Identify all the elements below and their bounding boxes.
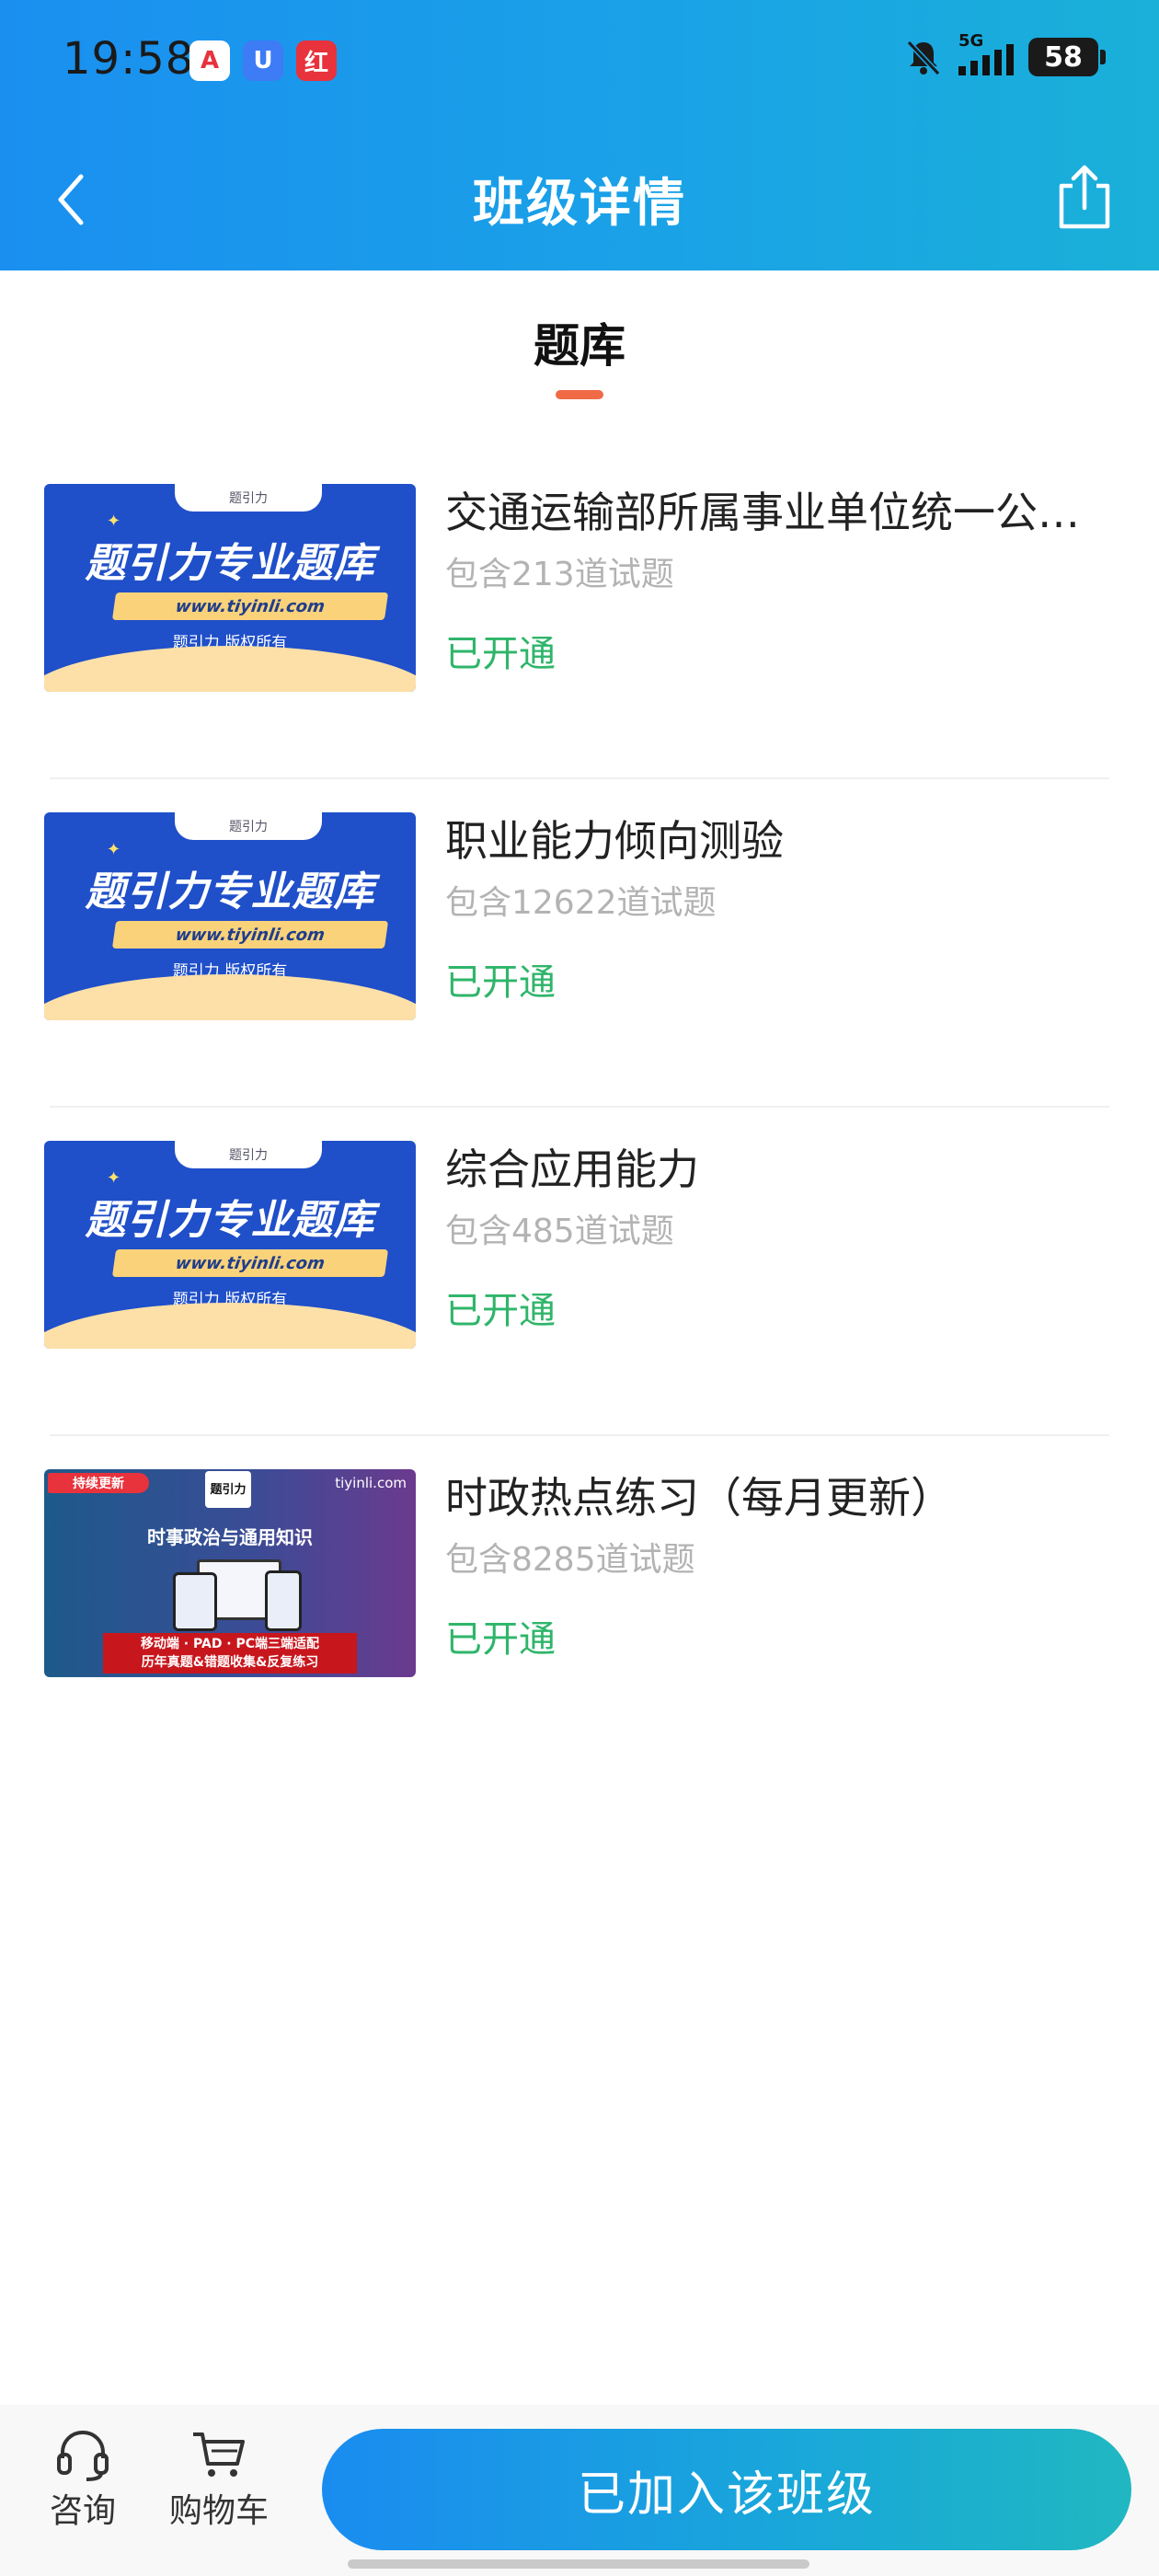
item-count: 包含12622道试题 <box>445 884 717 922</box>
list-item[interactable]: 题引力 ✦ 题引力专业题库 www.tiyinli.com 题引力 版权所有 综… <box>0 1108 1159 1436</box>
tab-label: 题库 <box>534 319 625 373</box>
star-icon: ✦ <box>107 1168 121 1188</box>
thumb-brand: 题引力 <box>229 1148 268 1163</box>
cart-button[interactable]: 购物车 <box>155 2405 283 2532</box>
thumb-url: www.tiyinli.com <box>111 921 389 949</box>
item-title: 综合应用能力 <box>445 1144 699 1194</box>
item-thumbnail: 题引力 ✦ 题引力专业题库 www.tiyinli.com 题引力 版权所有 <box>44 1141 416 1349</box>
tab-indicator <box>556 390 603 399</box>
app-u-icon: U <box>243 40 283 81</box>
signal-icon: 5G <box>958 31 1014 75</box>
item-status: 已开通 <box>445 1290 556 1332</box>
item-status: 已开通 <box>445 961 556 1004</box>
thumb-site: tiyinli.com <box>335 1475 407 1491</box>
thumb-brand: 题引力 <box>229 820 268 834</box>
nav-bar: 班级详情 <box>0 147 1159 248</box>
item-count: 包含213道试题 <box>445 556 674 593</box>
thumb-badge: 持续更新 <box>48 1473 149 1493</box>
cart-label: 购物车 <box>168 2492 269 2530</box>
item-title: 交通运输部所属事业单位统一公开招聘 <box>445 488 1080 537</box>
item-thumbnail: 持续更新 题引力 tiyinli.com 时事政治与通用知识 移动端 · PAD… <box>44 1469 416 1677</box>
item-status: 已开通 <box>445 633 556 675</box>
devices-illustration <box>173 1559 302 1633</box>
headset-icon <box>57 2430 109 2481</box>
consult-button[interactable]: 咨询 <box>18 2405 147 2532</box>
thumb-headline: 题引力专业题库 <box>85 868 375 915</box>
consult-label: 咨询 <box>49 2492 116 2530</box>
app-r-icon: 红 <box>296 40 337 81</box>
bell-muted-icon <box>906 40 941 76</box>
home-indicator[interactable] <box>348 2559 809 2569</box>
page-title: 班级详情 <box>473 174 686 234</box>
app-a-icon: A <box>189 40 230 81</box>
thumb-headline: 题引力专业题库 <box>85 540 375 587</box>
thumb-url: www.tiyinli.com <box>111 592 389 620</box>
thumb-url: www.tiyinli.com <box>111 1249 389 1277</box>
list-item[interactable]: 持续更新 题引力 tiyinli.com 时事政治与通用知识 移动端 · PAD… <box>0 1436 1159 1765</box>
item-title: 职业能力倾向测验 <box>445 816 784 866</box>
status-app-icons: A U 红 <box>189 40 337 81</box>
thumb-headline: 题引力专业题库 <box>85 1197 375 1244</box>
thumb-brand: 题引力 <box>229 491 268 506</box>
item-count: 包含8285道试题 <box>445 1541 695 1579</box>
joined-class-button[interactable]: 已加入该班级 <box>322 2429 1131 2550</box>
star-icon: ✦ <box>107 840 121 859</box>
battery-level: 58 <box>1044 40 1083 74</box>
bottom-bar: 咨询 购物车 已加入该班级 <box>0 2405 1159 2576</box>
status-bar: 19:58 A U 红 5G 58 <box>0 0 1159 129</box>
list-item[interactable]: 题引力 ✦ 题引力专业题库 www.tiyinli.com 题引力 版权所有 交… <box>0 451 1159 779</box>
item-thumbnail: 题引力 ✦ 题引力专业题库 www.tiyinli.com 题引力 版权所有 <box>44 484 416 692</box>
item-title: 时政热点练习（每月更新） <box>445 1473 953 1523</box>
item-status: 已开通 <box>445 1618 556 1661</box>
list-item[interactable]: 题引力 ✦ 题引力专业题库 www.tiyinli.com 题引力 版权所有 职… <box>0 779 1159 1108</box>
status-indicators: 5G 58 <box>903 31 1106 77</box>
tab-question-bank[interactable]: 题库 <box>0 309 1159 399</box>
question-bank-list: 题引力 ✦ 题引力专业题库 www.tiyinli.com 题引力 版权所有 交… <box>0 451 1159 1765</box>
thumb-line2: 历年真题&错题收集&反复练习 <box>141 1655 319 1670</box>
status-time: 19:58 <box>63 33 195 85</box>
item-count: 包含485道试题 <box>445 1213 674 1250</box>
network-type: 5G <box>958 31 984 51</box>
thumb-logo: 题引力 <box>205 1471 251 1508</box>
thumb-line1: 移动端 · PAD · PC端三端适配 <box>140 1637 320 1651</box>
battery-icon: 58 <box>1028 38 1106 76</box>
thumb-subtitle: 时事政治与通用知识 <box>147 1526 313 1548</box>
star-icon: ✦ <box>107 512 121 531</box>
cart-icon <box>193 2432 245 2477</box>
thumb-features: 移动端 · PAD · PC端三端适配 历年真题&错题收集&反复练习 <box>103 1633 357 1673</box>
share-button[interactable] <box>1052 162 1117 232</box>
item-thumbnail: 题引力 ✦ 题引力专业题库 www.tiyinli.com 题引力 版权所有 <box>44 812 416 1020</box>
header: 19:58 A U 红 5G 58 班级详情 <box>0 0 1159 270</box>
